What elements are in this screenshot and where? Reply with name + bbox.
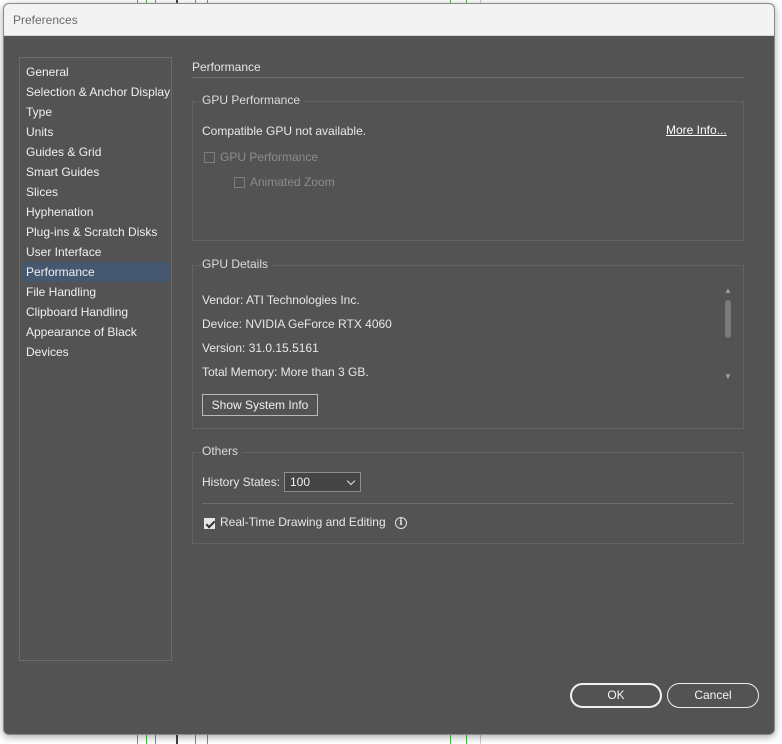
gpu-performance-checkbox-label: GPU Performance: [220, 150, 319, 164]
gpu-detail-total-memory: Total Memory: More than 3 GB.: [202, 365, 369, 379]
sidebar-item-plugins-scratch-disks[interactable]: Plug-ins & Scratch Disks: [21, 222, 170, 242]
sidebar-item-selection-anchor-display[interactable]: Selection & Anchor Display: [21, 82, 170, 102]
animated-zoom-checkbox[interactable]: [234, 177, 245, 188]
realtime-drawing-label: Real-Time Drawing and Editing: [220, 515, 386, 529]
sidebar-item-general[interactable]: General: [21, 62, 170, 82]
history-states-value: 100: [290, 475, 311, 489]
history-states-select[interactable]: 100: [284, 472, 361, 492]
others-divider: [202, 503, 734, 504]
cancel-button[interactable]: Cancel: [667, 683, 759, 708]
chevron-down-icon: [346, 476, 356, 486]
show-system-info-button[interactable]: Show System Info: [202, 394, 318, 416]
gpu-details-group: GPU Details Vendor: ATI Technologies Inc…: [192, 257, 744, 429]
title-divider: [192, 77, 744, 78]
gpu-details-list[interactable]: Vendor: ATI Technologies Inc. Device: NV…: [200, 281, 734, 384]
more-info-link[interactable]: More Info...: [666, 123, 727, 137]
realtime-drawing-checkbox[interactable]: [204, 518, 215, 529]
preferences-category-list[interactable]: General Selection & Anchor Display Type …: [19, 57, 172, 661]
sidebar-item-smart-guides[interactable]: Smart Guides: [21, 162, 170, 182]
sidebar-item-user-interface[interactable]: User Interface: [21, 242, 170, 262]
sidebar-item-type[interactable]: Type: [21, 102, 170, 122]
group-label-others: Others: [202, 444, 243, 458]
gpu-detail-vendor: Vendor: ATI Technologies Inc.: [202, 293, 360, 307]
sidebar-item-units[interactable]: Units: [21, 122, 170, 142]
dialog-title: Preferences: [13, 13, 78, 27]
others-group: Others History States: 100 Real-Time Dra…: [192, 444, 744, 544]
preferences-dialog: Preferences General Selection & Anchor D…: [3, 3, 775, 735]
scroll-up-icon[interactable]: ▲: [724, 287, 732, 295]
gpu-performance-group: GPU Performance Compatible GPU not avail…: [192, 93, 744, 241]
sidebar-item-performance[interactable]: Performance: [21, 262, 170, 282]
gpu-performance-checkbox[interactable]: [204, 152, 215, 163]
info-icon[interactable]: i: [395, 517, 407, 529]
title-bar[interactable]: Preferences: [4, 4, 774, 36]
scroll-thumb[interactable]: [725, 300, 731, 338]
animated-zoom-checkbox-label: Animated Zoom: [250, 175, 335, 189]
sidebar-item-file-handling[interactable]: File Handling: [21, 282, 170, 302]
sidebar-item-guides-grid[interactable]: Guides & Grid: [21, 142, 170, 162]
group-label-gpu-details: GPU Details: [202, 257, 273, 271]
sidebar-item-clipboard-handling[interactable]: Clipboard Handling: [21, 302, 170, 322]
gpu-status-text: Compatible GPU not available.: [202, 124, 367, 138]
sidebar-item-appearance-of-black[interactable]: Appearance of Black: [21, 322, 170, 342]
history-states-label: History States:: [202, 475, 281, 489]
scroll-down-icon[interactable]: ▼: [724, 373, 732, 381]
group-label-gpu-performance: GPU Performance: [202, 93, 305, 107]
sidebar-item-devices[interactable]: Devices: [21, 342, 170, 362]
details-scrollbar[interactable]: ▲ ▼: [722, 285, 734, 384]
sidebar-item-hyphenation[interactable]: Hyphenation: [21, 202, 170, 222]
page-title: Performance: [192, 60, 261, 74]
gpu-detail-version: Version: 31.0.15.5161: [202, 341, 319, 355]
sidebar-item-slices[interactable]: Slices: [21, 182, 170, 202]
ok-button[interactable]: OK: [570, 683, 662, 708]
gpu-detail-device: Device: NVIDIA GeForce RTX 4060: [202, 317, 392, 331]
